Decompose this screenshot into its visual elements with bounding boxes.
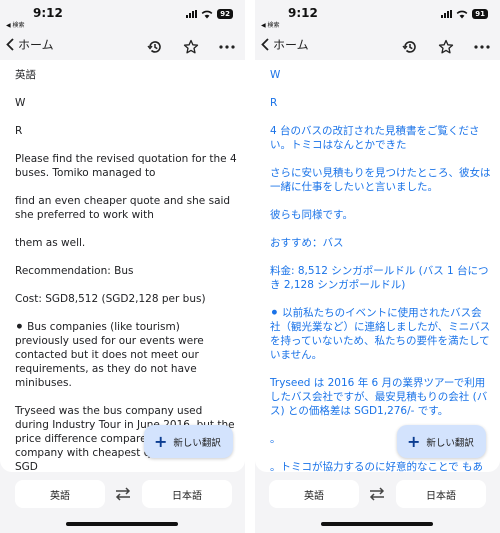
history-button[interactable] [401,38,419,56]
more-options-button[interactable] [473,38,491,56]
text-paragraph: Cost: SGD8,512 (SGD2,128 per bus) [15,293,206,305]
save-star-button[interactable] [437,38,455,56]
text-paragraph: R [15,125,23,137]
left-screen: 9:12 ◀ 検索 92 ホーム 英語 W R Please find the … [0,0,245,533]
new-translation-button[interactable]: + 新しい翻訳 [397,425,486,458]
text-paragraph: ⚫ 以前私たちのイベントに使用されたバス会社（観光業など）に連絡しましたが、ミニ… [270,307,491,361]
back-button[interactable]: ホーム [6,36,54,53]
text-paragraph: 彼らも同様です。 [270,209,353,221]
chevron-left-icon [6,38,14,51]
status-bar: 9:12 ◀ 検索 91 [255,0,500,32]
history-icon [147,41,161,53]
plus-icon: + [407,431,421,451]
target-language-button[interactable]: 日本語 [142,480,232,508]
swap-languages-icon[interactable] [115,486,131,502]
battery-icon: 91 [472,9,488,19]
back-label: ホーム [18,38,54,52]
status-icons: 91 [441,9,488,19]
text-paragraph: W [15,97,26,109]
save-star-button[interactable] [182,38,200,56]
top-app-bar: ホーム [255,34,500,60]
text-paragraph: さらに安い見積もりを見つけたところ、彼女は一緒に仕事をしたいと言いました。 [270,167,491,193]
source-text: 英語 W R Please find the revised quotation… [15,68,237,472]
text-paragraph: them as well. [15,237,86,249]
text-paragraph: Tryseed は 2016 年 6 月の業界ツアーで利用したバス会社ですが、最… [270,377,488,417]
text-paragraph: R [270,97,278,109]
status-time: 9:12 [288,6,318,20]
history-icon [402,41,416,53]
battery-icon: 92 [217,9,233,19]
text-paragraph: W [270,69,281,81]
target-language-button[interactable]: 日本語 [396,480,486,508]
top-app-bar: ホーム [0,34,245,60]
more-icon [219,45,235,49]
swap-languages-icon[interactable] [369,486,385,502]
new-translation-button[interactable]: + 新しい翻訳 [144,425,233,458]
status-back-link[interactable]: ◀ 検索 [261,20,280,29]
more-icon [474,45,490,49]
language-bar: 英語 日本語 [255,480,500,508]
history-button[interactable] [146,38,164,56]
text-paragraph: 。トミコが協力するのに好意的なことで もあります。 。価格を重視する場合は、バス [270,461,484,472]
status-bar: 9:12 ◀ 検索 92 [0,0,245,32]
back-label: ホーム [273,38,309,52]
star-icon [438,39,454,54]
translation-card: W R 4 台のバスの改訂された見積書をご覧ください。トミコはなんとかできた さ… [255,60,500,472]
text-paragraph: find an even cheaper quote and she said … [15,195,231,221]
text-paragraph: Please find the revised quotation for th… [15,153,237,179]
status-icons: 92 [186,9,233,19]
wifi-icon [456,10,468,18]
back-button[interactable]: ホーム [261,36,309,53]
chevron-left-icon [261,38,269,51]
source-language-button[interactable]: 英語 [15,480,105,508]
star-icon [183,39,199,54]
language-bar: 英語 日本語 [0,480,245,508]
new-translation-label: 新しい翻訳 [426,437,474,449]
new-translation-label: 新しい翻訳 [173,437,221,449]
translated-text: W R 4 台のバスの改訂された見積書をご覧ください。トミコはなんとかできた さ… [270,68,492,472]
text-paragraph: 英語 [15,69,36,81]
more-options-button[interactable] [218,38,236,56]
home-indicator [321,522,433,526]
text-paragraph: おすすめ：バス [270,237,344,249]
text-paragraph: 4 台のバスの改訂された見積書をご覧ください。トミコはなんとかできた [270,125,480,151]
plus-icon: + [154,431,168,451]
home-indicator [66,522,178,526]
text-paragraph: ⚫ Bus companies (like tourism) previousl… [15,321,204,389]
signal-icon [441,10,453,18]
signal-icon [186,10,198,18]
text-paragraph: Recommendation: Bus [15,265,134,277]
right-screen: 9:12 ◀ 検索 91 ホーム W R 4 台のバスの改訂された見積書をご覧く… [255,0,500,533]
wifi-icon [201,10,213,18]
status-time: 9:12 [33,6,63,20]
translation-card: 英語 W R Please find the revised quotation… [0,60,245,472]
source-language-button[interactable]: 英語 [269,480,359,508]
text-paragraph: 料金: 8,512 シンガポールドル (バス 1 台につき 2,128 シンガポ… [270,265,489,291]
status-back-link[interactable]: ◀ 検索 [6,20,25,29]
